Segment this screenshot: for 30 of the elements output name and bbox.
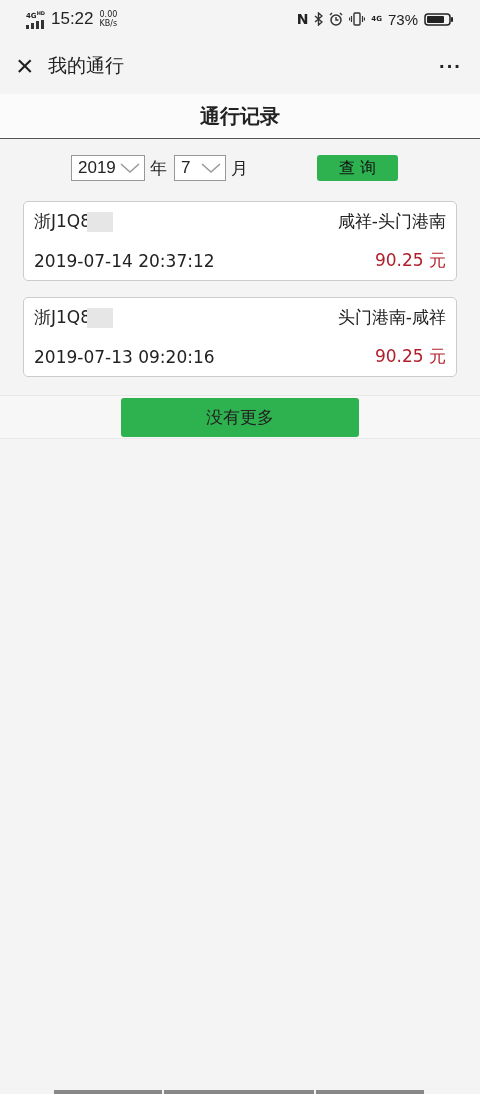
more-button[interactable]: ··· — [433, 53, 468, 79]
route-text: 头门港南-咸祥 — [337, 306, 446, 329]
vibrate-icon — [349, 12, 366, 26]
year-select[interactable]: 2019 — [71, 155, 145, 181]
close-button[interactable]: × — [12, 51, 38, 81]
redaction-mark — [87, 211, 114, 232]
nfc-icon: N — [296, 11, 309, 27]
redaction-mark — [87, 307, 114, 328]
pass-time: 2019-07-14 20:37:12 — [34, 250, 215, 271]
year-unit: 年 — [150, 156, 167, 180]
month-select[interactable]: 7 — [174, 155, 226, 181]
clock-time: 15:22 — [50, 9, 94, 29]
bluetooth-icon — [314, 12, 324, 26]
battery-percent: 73% — [387, 10, 418, 28]
header-title: 我的通行 — [47, 53, 125, 78]
battery-icon — [424, 12, 454, 26]
route-text: 咸祥-头门港南 — [337, 210, 446, 233]
chevron-down-icon — [201, 163, 221, 173]
speed-unit: KB/s — [99, 19, 118, 28]
signal-icon — [26, 20, 44, 30]
toll-amount: 90.25 元 — [374, 345, 446, 368]
speed-value: 0.00 — [99, 10, 118, 19]
page-title: 通行记录 — [0, 94, 480, 139]
pass-time: 2019-07-13 09:20:16 — [34, 346, 215, 367]
toll-amount: 90.25 元 — [374, 249, 446, 272]
month-unit: 月 — [231, 156, 248, 180]
no-more-button[interactable]: 没有更多 — [121, 397, 359, 437]
chevron-down-icon — [120, 163, 140, 173]
alarm-clock-icon — [329, 12, 344, 26]
query-button[interactable]: 查 询 — [317, 155, 398, 181]
